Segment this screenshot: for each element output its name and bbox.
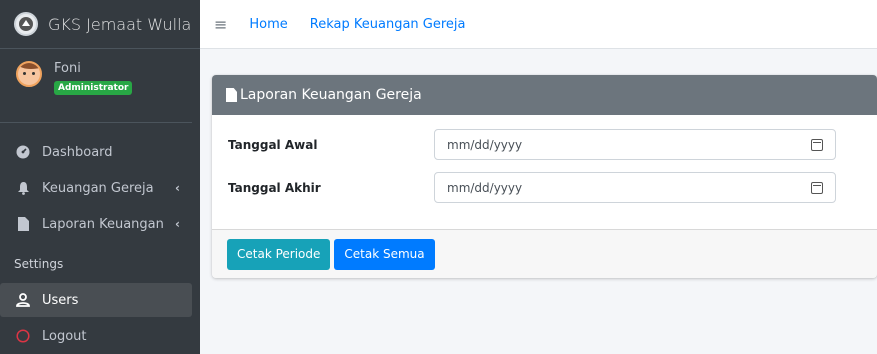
church-logo-icon: [14, 12, 38, 36]
sidebar-section-settings: Settings: [14, 257, 64, 271]
menu-toggle-icon[interactable]: ≡: [214, 15, 227, 34]
sidebar-item-label: Laporan Keuangan: [42, 216, 164, 232]
print-period-button[interactable]: Cetak Periode: [227, 238, 331, 270]
sidebar-item-dashboard[interactable]: Dashboard: [0, 135, 192, 169]
card-body: Tanggal Awal mm/dd/yyyy Tanggal Akhir mm…: [212, 115, 877, 229]
chevron-left-icon: ‹: [175, 217, 180, 231]
print-all-button[interactable]: Cetak Semua: [334, 238, 435, 270]
sidebar-item-label: Dashboard: [42, 144, 113, 160]
sidebar-item-label: Users: [42, 292, 79, 308]
file-icon: [226, 88, 237, 102]
sidebar-item-label: Logout: [42, 328, 87, 344]
sidebar-item-users[interactable]: Users: [0, 283, 192, 317]
end-date-placeholder: mm/dd/yyyy: [447, 180, 523, 195]
brand-link[interactable]: GKS Jemaat Wulla: [0, 0, 200, 49]
user-panel: Foni Administrator: [0, 49, 192, 123]
report-card: Laporan Keuangan Gereja Tanggal Awal mm/…: [212, 75, 877, 278]
card-footer: Cetak Periode Cetak Semua: [212, 229, 877, 278]
sidebar-item-label: Keuangan Gereja: [42, 180, 154, 196]
role-badge: Administrator: [54, 81, 133, 95]
calendar-icon[interactable]: [811, 181, 823, 194]
sidebar: GKS Jemaat Wulla Foni Administrator Dash…: [0, 0, 200, 354]
power-icon: [14, 328, 32, 344]
chevron-left-icon: ‹: [175, 181, 180, 195]
dashboard-icon: [14, 144, 32, 160]
start-date-input[interactable]: mm/dd/yyyy: [434, 129, 836, 160]
nav-link-home[interactable]: Home: [249, 17, 287, 32]
file-icon: [14, 216, 32, 232]
calendar-icon[interactable]: [811, 138, 823, 151]
start-date-label: Tanggal Awal: [228, 137, 318, 152]
card-title: Laporan Keuangan Gereja: [240, 87, 422, 103]
sidebar-item-keuangan-gereja[interactable]: Keuangan Gereja ‹: [0, 171, 192, 205]
bell-icon: [14, 180, 32, 196]
form-row-start-date: Tanggal Awal mm/dd/yyyy: [228, 128, 877, 161]
end-date-label: Tanggal Akhir: [228, 180, 321, 195]
nav-link-rekap-keuangan[interactable]: Rekap Keuangan Gereja: [310, 17, 466, 32]
sidebar-item-logout[interactable]: Logout: [0, 319, 192, 353]
form-row-end-date: Tanggal Akhir mm/dd/yyyy: [228, 171, 877, 204]
brand-title: GKS Jemaat Wulla: [48, 14, 192, 34]
end-date-input[interactable]: mm/dd/yyyy: [434, 172, 836, 203]
card-header: Laporan Keuangan Gereja: [212, 75, 877, 115]
avatar[interactable]: [16, 61, 42, 87]
sidebar-item-laporan-keuangan[interactable]: Laporan Keuangan ‹: [0, 207, 192, 241]
start-date-placeholder: mm/dd/yyyy: [447, 137, 523, 152]
top-navbar: ≡ Home Rekap Keuangan Gereja: [200, 0, 877, 49]
user-name[interactable]: Foni: [54, 61, 132, 76]
user-icon: [14, 292, 32, 308]
sidebar-nav: Dashboard Keuangan Gereja ‹ Laporan Keua…: [0, 123, 200, 353]
